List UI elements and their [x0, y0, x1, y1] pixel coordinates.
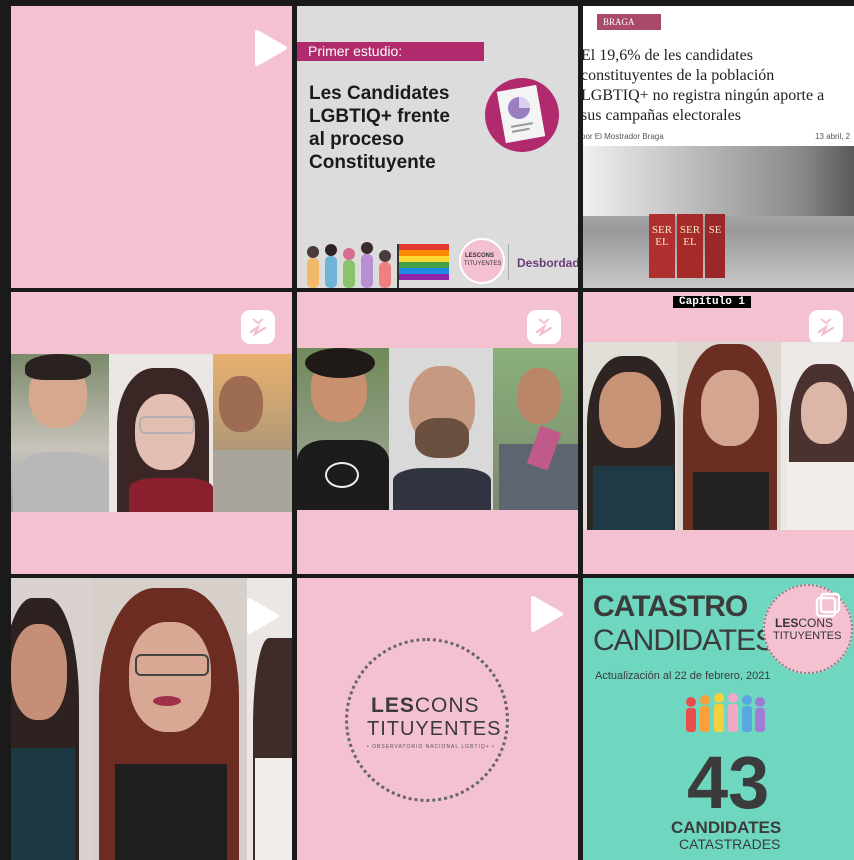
- news-tag: BRAGA: [597, 14, 661, 30]
- photo-background: [583, 146, 854, 216]
- title-line: Constituyente: [309, 152, 436, 173]
- logo-text: TITUYENTES: [773, 630, 842, 642]
- igtv-icon: [809, 310, 843, 344]
- byline: por El Mostrador Braga: [583, 132, 664, 141]
- lesconstituyentes-logo: LESCONS TITUYENTES: [459, 238, 505, 284]
- person-photo: [213, 354, 292, 512]
- play-icon: [247, 598, 279, 634]
- photo-strip: [11, 354, 292, 512]
- person-photo: [11, 354, 109, 512]
- headline-line: El 19,6% de les candidates: [583, 47, 753, 64]
- partner-logo: Desbordada: [517, 256, 578, 270]
- igtv-icon: [241, 310, 275, 344]
- logo-text: TITUYENTES: [367, 718, 502, 740]
- person-photo: [389, 348, 493, 510]
- chart-document-icon: [496, 84, 546, 144]
- title-line: al proceso: [309, 129, 405, 150]
- logo-rest: CONS: [798, 616, 834, 630]
- logo-bold: LES: [371, 694, 415, 717]
- count-label: CANDIDATES: [671, 818, 782, 837]
- ballot-box: SER EL: [649, 214, 675, 278]
- person-photo: [91, 578, 247, 860]
- update-date: Actualización al 22 de febrero, 2021: [595, 670, 771, 682]
- logo-text: LESCONS: [465, 253, 495, 259]
- news-headline: El 19,6% de les candidates constituyente…: [583, 46, 854, 126]
- post-tile-9[interactable]: CATASTRO CANDIDATES Actualización al 22 …: [583, 578, 854, 860]
- catastro-title: CATASTRO: [593, 590, 748, 623]
- post-tile-4[interactable]: [11, 292, 292, 574]
- catastro-subtitle: CANDIDATES: [593, 624, 775, 657]
- post-tile-1[interactable]: [11, 6, 292, 288]
- logo-text: LESCONS: [371, 694, 480, 718]
- study-title: Les Candidates LGBTIQ+ frente al proceso…: [309, 82, 484, 174]
- logo-bold: LES: [775, 616, 799, 630]
- person-photo: [493, 348, 578, 510]
- date: 13 abril, 2: [815, 132, 851, 141]
- ballot-box: SER EL: [677, 214, 703, 278]
- post-tile-2[interactable]: Primer estudio: Les Candidates LGBTIQ+ f…: [297, 6, 578, 288]
- headline-line: LGBTIQ+ no registra ningún aporte a: [583, 87, 825, 104]
- photo-strip: [297, 348, 578, 510]
- logo-rest: CONS: [414, 694, 480, 717]
- study-banner: Primer estudio:: [297, 42, 484, 61]
- people-icon: [686, 693, 765, 732]
- logo-text: TITUYENTES: [464, 261, 502, 267]
- candidate-count: 43: [687, 741, 770, 824]
- post-tile-8[interactable]: LESCONS TITUYENTES • OBSERVATORIO NACION…: [297, 578, 578, 860]
- title-line: LGBTIQ+ frente: [309, 106, 450, 127]
- news-photo: SER EL SER EL SE: [583, 146, 854, 288]
- person-photo: [583, 342, 677, 530]
- logo-subtitle: • OBSERVATORIO NACIONAL LGBTIQ+ •: [367, 744, 495, 750]
- document-illustration: [485, 78, 559, 152]
- title-line: Les Candidates: [309, 83, 450, 104]
- photo-strip: [583, 342, 854, 530]
- person-photo: [677, 342, 781, 530]
- profile-post-grid: Primer estudio: Les Candidates LGBTIQ+ f…: [0, 0, 854, 860]
- post-tile-7[interactable]: [11, 578, 292, 860]
- person-photo: [781, 342, 854, 530]
- person-photo: [11, 578, 91, 860]
- play-icon: [255, 30, 287, 66]
- people-illustration: [307, 242, 449, 288]
- igtv-icon: [527, 310, 561, 344]
- play-icon: [531, 596, 563, 632]
- divider: [508, 244, 509, 280]
- post-tile-3[interactable]: BRAGA El 19,6% de les candidates constit…: [583, 6, 854, 288]
- ballot-box: SE: [705, 214, 725, 278]
- post-tile-6[interactable]: Capítulo 1: [583, 292, 854, 574]
- person-photo: [297, 348, 389, 510]
- headline-line: sus campañas electorales: [583, 107, 741, 124]
- video-caption: Capítulo 1: [673, 296, 752, 308]
- count-sublabel: CATASTRADES: [679, 836, 781, 852]
- headline-line: constituyentes de la población: [583, 67, 775, 84]
- carousel-icon: [815, 592, 841, 618]
- post-tile-5[interactable]: [297, 292, 578, 574]
- person-photo: [109, 354, 213, 512]
